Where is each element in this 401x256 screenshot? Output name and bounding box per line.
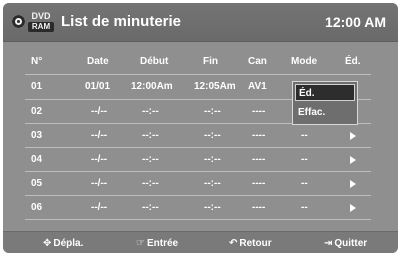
return-label: Retour <box>239 238 272 249</box>
row-number: 02 <box>31 106 43 117</box>
menu-item-edit[interactable]: Éd. <box>295 84 355 101</box>
edit-arrow-icon[interactable] <box>350 156 356 164</box>
column-header-date: Date <box>87 56 109 67</box>
row-number: 06 <box>31 202 43 213</box>
row-number: 01 <box>31 81 43 92</box>
table-row[interactable]: 03 --/-- --:-- --:-- ---- -- <box>3 124 398 148</box>
disc-icon <box>12 15 25 28</box>
row-start: 12:00Am <box>131 81 173 92</box>
row-channel: ---- <box>252 202 266 213</box>
row-divider <box>25 219 371 220</box>
table-row[interactable]: 06 --/-- --:-- --:-- ---- -- <box>3 196 398 220</box>
header-bar: DVD RAM List de minuterie 12:00 AM <box>3 3 398 42</box>
row-channel: ---- <box>252 178 266 189</box>
table-row[interactable]: 05 --/-- --:-- --:-- ---- -- <box>3 172 398 196</box>
row-channel: ---- <box>252 154 266 165</box>
row-end: --:-- <box>204 202 221 213</box>
row-end: --:-- <box>204 178 221 189</box>
menu-item-delete[interactable]: Effac. <box>295 104 355 121</box>
column-header-edit: Éd. <box>345 56 361 67</box>
enter-icon: ☞ <box>136 238 145 249</box>
row-date: --/-- <box>91 178 108 189</box>
row-end: --:-- <box>204 130 221 141</box>
row-start: --:-- <box>142 202 159 213</box>
dvd-ram-badge: DVD RAM <box>27 12 55 32</box>
row-mode: -- <box>301 178 308 189</box>
row-number: 03 <box>31 130 43 141</box>
return-hint[interactable]: ↶ Retour <box>229 238 272 249</box>
column-header-mode: Mode <box>291 56 318 67</box>
row-channel: ---- <box>252 130 266 141</box>
clock: 12:00 AM <box>325 14 386 30</box>
row-date: 01/01 <box>85 81 111 92</box>
exit-label: Quitter <box>334 238 368 249</box>
row-mode: -- <box>301 154 308 165</box>
row-number: 04 <box>31 154 43 165</box>
move-hint[interactable]: ✥ Dépla. <box>43 238 83 249</box>
column-header-no: N° <box>31 56 43 67</box>
row-start: --:-- <box>142 154 159 165</box>
move-label: Dépla. <box>53 238 84 249</box>
screen: DVD RAM List de minuterie 12:00 AM N° Da… <box>0 0 401 256</box>
row-date: --/-- <box>91 130 108 141</box>
dpad-icon: ✥ <box>43 238 52 249</box>
row-date: --/-- <box>91 154 108 165</box>
row-channel: ---- <box>252 106 266 117</box>
row-channel: AV1 <box>248 81 267 92</box>
edit-arrow-icon[interactable] <box>350 204 356 212</box>
row-mode: -- <box>301 130 308 141</box>
enter-label: Entrée <box>146 238 179 249</box>
page-title: List de minuterie <box>61 13 182 30</box>
row-start: --:-- <box>142 130 159 141</box>
ram-label: RAM <box>28 22 54 32</box>
row-end: --:-- <box>204 154 221 165</box>
row-end: --:-- <box>204 106 221 117</box>
enter-hint[interactable]: ☞ Entrée <box>136 238 178 249</box>
table-row[interactable]: 04 --/-- --:-- --:-- ---- -- <box>3 148 398 172</box>
edit-arrow-icon[interactable] <box>350 180 356 188</box>
footer-bar: ✥ Dépla. ☞ Entrée ↶ Retour ⇥ Quitter <box>3 231 398 253</box>
row-start: --:-- <box>142 106 159 117</box>
row-start: --:-- <box>142 178 159 189</box>
column-header-start: Début <box>140 56 169 67</box>
row-mode: -- <box>301 202 308 213</box>
exit-hint[interactable]: ⇥ Quitter <box>324 238 367 249</box>
row-number: 05 <box>31 178 43 189</box>
edit-arrow-icon[interactable] <box>350 132 356 140</box>
column-header-end: Fin <box>203 56 218 67</box>
exit-icon: ⇥ <box>324 238 333 249</box>
row-end: 12:05Am <box>194 81 236 92</box>
row-date: --/-- <box>91 202 108 213</box>
timer-list-panel: DVD RAM List de minuterie 12:00 AM N° Da… <box>3 3 398 253</box>
edit-popup-menu: Éd. Effac. <box>292 81 358 125</box>
column-header-channel: Can <box>248 56 267 67</box>
return-icon: ↶ <box>229 238 238 249</box>
row-date: --/-- <box>91 106 108 117</box>
dvd-label: DVD <box>31 11 51 21</box>
